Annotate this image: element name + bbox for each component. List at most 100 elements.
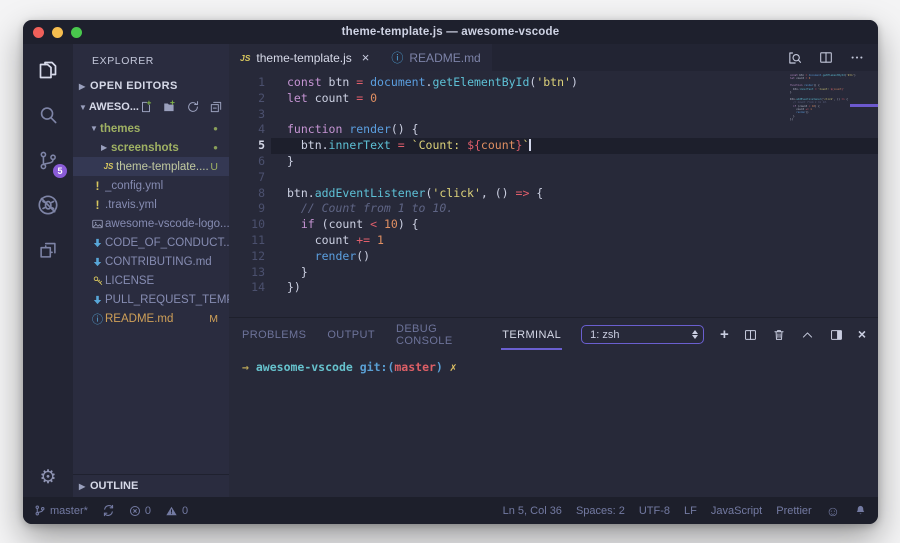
image-file-icon [90,218,105,230]
tree-item-code-of-conduct-[interactable]: CODE_OF_CONDUCT.... [73,233,229,252]
warning-icon [165,505,178,517]
title-bar[interactable]: theme-template.js — awesome-vscode [23,20,878,44]
prompt-token-plain [353,360,360,374]
file-label: README.md [105,313,173,325]
git-branch-status[interactable]: master* [34,504,88,517]
prompt-token-arrow: → [242,360,249,374]
settings-button[interactable]: ⚙ [23,466,73,489]
outline-label: OUTLINE [90,480,138,492]
maximize-panel-icon[interactable] [800,328,815,342]
toggle-panel-icon[interactable] [829,328,844,342]
notifications-button[interactable] [854,504,867,517]
warnings-status[interactable]: 0 [165,505,188,517]
activity-explorer-button[interactable] [34,56,62,84]
kill-terminal-icon[interactable] [772,328,786,342]
code-line-1[interactable]: 1const btn = document.getElementById('bt… [229,75,878,91]
tree-item-awesome-vscode-logo-[interactable]: awesome-vscode-logo... [73,214,229,233]
code-line-12[interactable]: 12 render() [229,249,878,265]
minimize-window-button[interactable] [52,27,63,38]
refresh-icon[interactable] [186,100,200,114]
split-editor-icon[interactable] [818,50,834,65]
search-icon [37,104,60,127]
errors-status[interactable]: 0 [129,505,151,517]
status-ln[interactable]: Ln 5, Col 36 [503,505,562,517]
open-preview-icon[interactable] [786,50,803,66]
bell-icon [854,504,867,517]
git-status-badge: M [209,313,229,325]
code-line-5[interactable]: 5 btn.innerText = `Count: ${count}` [229,138,878,154]
code-text: function render() { [265,122,419,138]
status-javascript[interactable]: JavaScript [711,505,762,517]
panel-tab-terminal[interactable]: TERMINAL [501,320,562,350]
down-arrow-file-icon [90,256,105,268]
status-spaces[interactable]: Spaces: 2 [576,505,625,517]
panel-tab-problems[interactable]: PROBLEMS [241,320,307,350]
line-number: 9 [229,201,265,217]
select-stepper-icon [692,330,698,339]
error-count: 0 [145,505,151,517]
status-prettier[interactable]: Prettier [776,505,811,517]
tree-item-contributing-md[interactable]: CONTRIBUTING.md [73,252,229,271]
code-line-2[interactable]: 2let count = 0 [229,91,878,107]
panel-tab-debug-console[interactable]: DEBUG CONSOLE [395,314,482,356]
split-terminal-icon[interactable] [743,328,758,342]
sync-button[interactable] [102,504,115,517]
key-file-icon [90,275,105,287]
code-editor[interactable]: 1const btn = document.getElementById('bt… [229,71,878,317]
code-line-10[interactable]: 10 if (count < 10) { [229,217,878,233]
code-line-13[interactable]: 13 } [229,265,878,281]
status-bar: master* 0 0 Ln 5, Col 36Spaces: 2UTF-8L [23,497,878,524]
new-file-icon[interactable] [139,100,153,114]
new-folder-icon[interactable] [162,100,177,114]
chevron-down-icon: ▼ [79,103,89,112]
terminal-shell-select[interactable]: 1: zsh [581,325,704,344]
tree-item-license[interactable]: LICENSE [73,271,229,290]
zoom-window-button[interactable] [71,27,82,38]
code-line-6[interactable]: 6} [229,154,878,170]
close-tab-icon[interactable]: × [362,50,370,65]
traffic-lights [33,27,82,38]
code-line-3[interactable]: 3 [229,107,878,123]
file-tree: ▼themes●▶screenshots●JStheme-template...… [73,119,229,328]
tree-item-screenshots[interactable]: ▶screenshots● [73,138,229,157]
tree-item--travis-yml[interactable]: !.travis.yml [73,195,229,214]
code-text: let count = 0 [265,91,377,107]
code-text: }) [265,280,301,296]
activity-debug-button[interactable] [34,191,62,219]
code-line-7[interactable]: 7 [229,170,878,186]
smiley-icon: ☺ [826,504,840,518]
activity-source-control-button[interactable]: 5 [34,146,62,174]
code-line-14[interactable]: 14}) [229,280,878,296]
tree-item--config-yml[interactable]: !_config.yml [73,176,229,195]
new-terminal-icon[interactable]: + [720,326,729,344]
code-line-4[interactable]: 4function render() { [229,122,878,138]
status-lf[interactable]: LF [684,505,697,517]
status-utf-8[interactable]: UTF-8 [639,505,670,517]
editor-tab-readme-md[interactable]: ⓘREADME.md [380,44,491,71]
window-title: theme-template.js — awesome-vscode [342,26,560,38]
warning-file-icon: ! [90,179,105,193]
code-line-11[interactable]: 11 count += 1 [229,233,878,249]
code-line-8[interactable]: 8btn.addEventListener('click', () => { [229,186,878,202]
terminal-output[interactable]: → awesome-vscode git:(master) ✗ [229,351,878,375]
folder-section-header[interactable]: ▼ AWESO... [73,96,229,118]
activity-search-button[interactable] [34,101,62,129]
code-line-9[interactable]: 9 // Count from 1 to 10. [229,201,878,217]
editor-tab-theme-template-js[interactable]: JStheme-template.js× [229,44,380,71]
extensions-icon [37,239,59,261]
activity-extensions-button[interactable] [34,236,62,264]
more-actions-icon[interactable] [849,50,865,65]
tree-item-themes[interactable]: ▼themes● [73,119,229,138]
tree-item-pull-request-temp-[interactable]: PULL_REQUEST_TEMP... [73,290,229,309]
tree-item-readme-md[interactable]: ⓘREADME.mdM [73,309,229,328]
tree-item-theme-template-[interactable]: JStheme-template....U [73,157,229,176]
collapse-all-icon[interactable] [209,100,223,114]
file-label: CONTRIBUTING.md [105,256,212,268]
code-text [265,107,287,123]
feedback-smiley-button[interactable]: ☺ [826,504,840,518]
outline-section[interactable]: ▶ OUTLINE [73,474,229,497]
open-editors-section[interactable]: ▶ OPEN EDITORS [73,76,229,96]
close-window-button[interactable] [33,27,44,38]
close-panel-icon[interactable]: × [858,326,866,344]
panel-tab-output[interactable]: OUTPUT [326,320,376,350]
